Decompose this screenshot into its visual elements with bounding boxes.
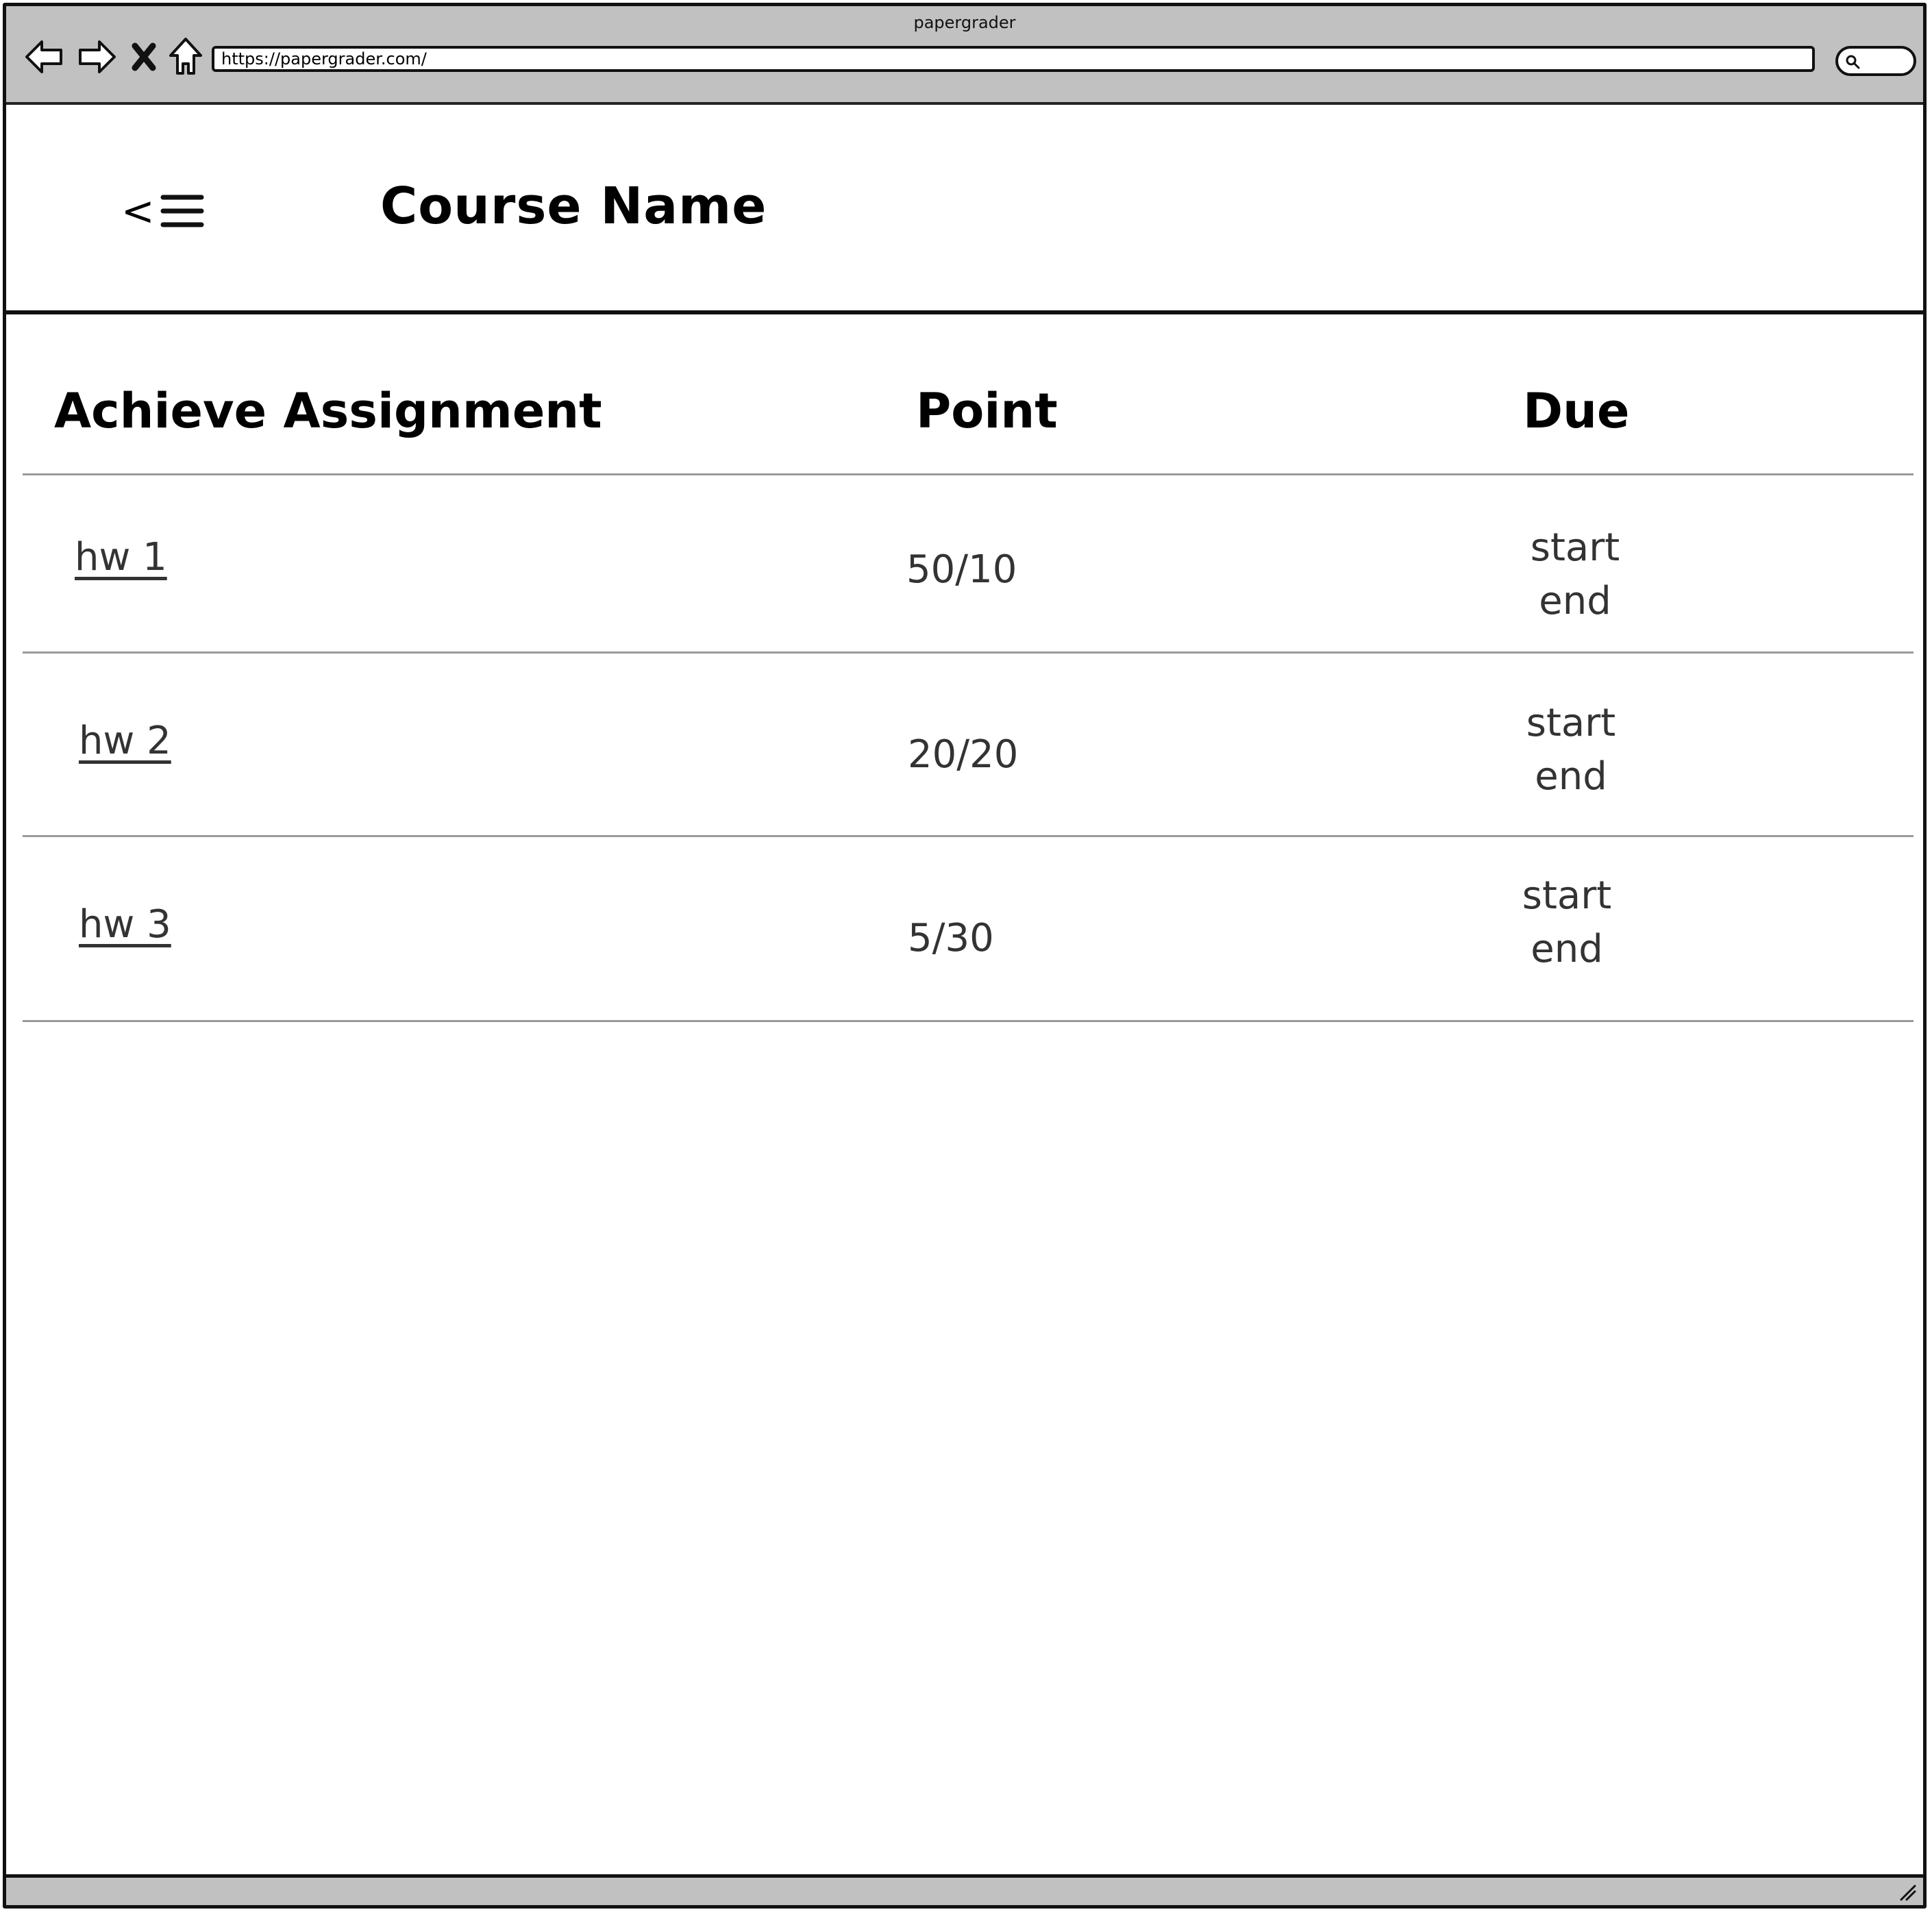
points-value: 50/10 (906, 547, 1017, 592)
assignment-link[interactable]: hw 3 (79, 902, 171, 947)
browser-search-button[interactable] (1835, 46, 1916, 76)
assignment-link[interactable]: hw 2 (79, 719, 171, 763)
hamburger-menu-icon (160, 195, 204, 227)
due-dates: start end (1516, 697, 1626, 804)
points-value: 20/20 (908, 732, 1019, 777)
browser-chrome: papergrader https://papergrader.com/ (6, 6, 1923, 105)
collapse-chevron-icon: < (121, 188, 155, 234)
status-bar (6, 1874, 1923, 1905)
table-divider (23, 651, 1914, 654)
due-end: end (1535, 754, 1607, 799)
search-icon (1846, 55, 1860, 69)
home-icon[interactable] (165, 36, 206, 77)
window-title: papergrader (913, 13, 1016, 32)
column-header-due: Due (1523, 383, 1630, 439)
due-start: start (1522, 873, 1612, 918)
table-divider (23, 1020, 1914, 1022)
table-divider (23, 473, 1914, 475)
due-dates: start end (1520, 521, 1630, 628)
due-dates: start end (1512, 869, 1622, 976)
due-end: end (1539, 579, 1611, 623)
column-header-assignment: Achieve Assignment (54, 383, 602, 439)
app-header: < Course Name (6, 105, 1923, 314)
menu-toggle-button[interactable]: < (121, 187, 210, 235)
forward-arrow-icon[interactable] (76, 36, 117, 77)
column-header-point: Point (916, 383, 1058, 439)
assignment-link[interactable]: hw 1 (75, 535, 167, 580)
page-title: Course Name (380, 177, 767, 236)
due-end: end (1531, 927, 1603, 971)
points-value: 5/30 (908, 916, 994, 960)
table-divider (23, 835, 1914, 837)
resize-grip-icon[interactable] (1897, 1882, 1918, 1902)
stop-icon[interactable] (128, 36, 160, 77)
url-bar[interactable]: https://papergrader.com/ (212, 46, 1815, 72)
back-arrow-icon[interactable] (24, 36, 65, 77)
due-start: start (1530, 525, 1620, 570)
due-start: start (1526, 701, 1616, 745)
browser-window: papergrader https://papergrader.com/ < C… (3, 3, 1927, 1909)
